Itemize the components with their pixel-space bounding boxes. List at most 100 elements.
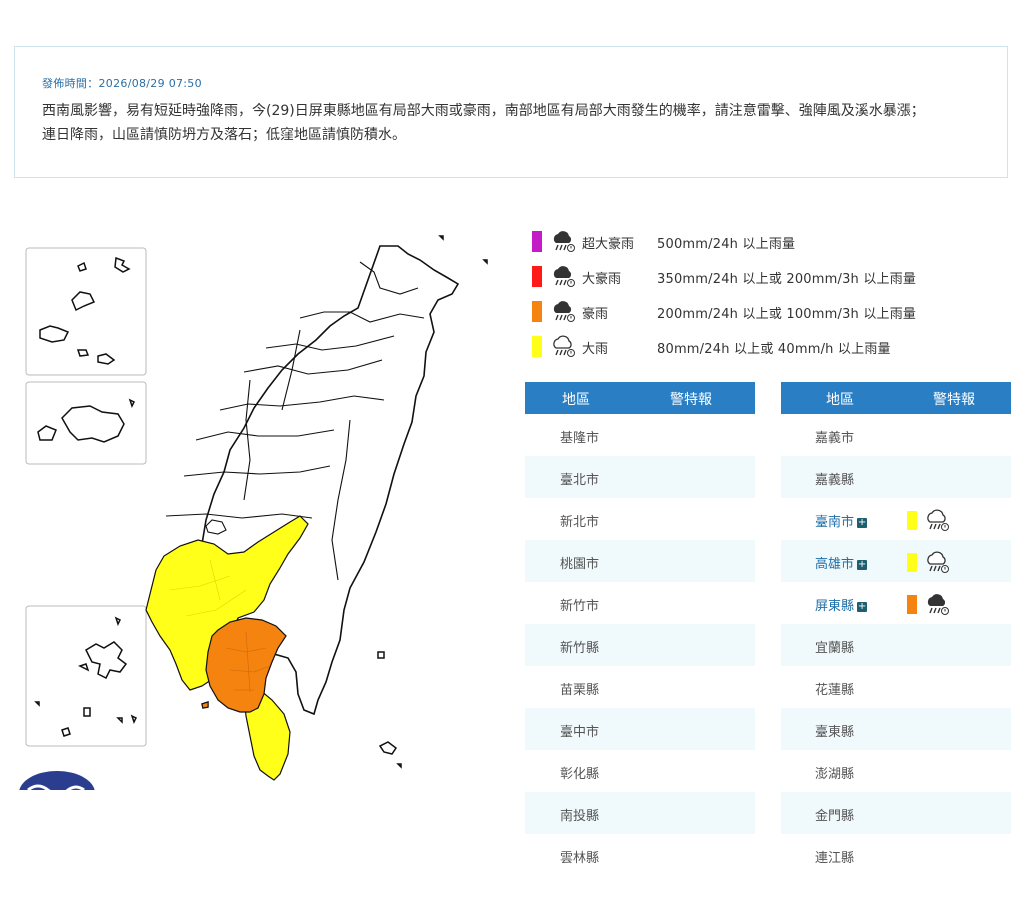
table-row: 連江縣 [781, 834, 1011, 876]
table-row: 高雄市 + [781, 540, 1011, 582]
region-name: 臺中市 [560, 721, 599, 740]
table-row: 花蓮縣 [781, 666, 1011, 708]
liuqiu-island [201, 701, 209, 709]
legend-swatch [532, 231, 542, 252]
notice-line-1: 西南風影響，易有短延時強降雨，今(29)日屏東縣地區有局部大雨或豪雨，南部地區有… [42, 103, 925, 119]
legend-name: 大雨 [582, 342, 609, 357]
table-row: 宜蘭縣 [781, 624, 1011, 666]
table-row: 新竹市 [525, 582, 755, 624]
region-name: 新竹市 [560, 595, 599, 614]
region-label: 嘉義市 [815, 431, 855, 446]
region-name: 臺東縣 [815, 721, 854, 740]
table-row: 嘉義市 [781, 414, 1011, 456]
region-name[interactable]: 高雄市 + [815, 553, 868, 572]
region-name: 新北市 [560, 511, 599, 530]
region-name: 澎湖縣 [815, 763, 854, 782]
region-name: 雲林縣 [560, 847, 599, 866]
region-name: 連江縣 [815, 847, 854, 866]
table-row: 新北市 [525, 498, 755, 540]
inset-penghu [25, 605, 147, 747]
notice-message: 西南風影響，易有短延時強降雨，今(29)日屏東縣地區有局部大雨或豪雨，南部地區有… [42, 99, 992, 147]
region-name: 苗栗縣 [560, 679, 599, 698]
legend-row-heavy: 大雨 80mm/24h 以上或 40mm/h 以上雨量 [532, 333, 1012, 368]
legend-row-torrential: 大豪雨 350mm/24h 以上或 200mm/3h 以上雨量 [532, 263, 1012, 298]
col-region: 地區 [562, 392, 590, 408]
region-label: 宜蘭縣 [815, 641, 855, 656]
region-label: 臺東縣 [815, 725, 855, 740]
storm-rain-dark-icon [927, 594, 949, 615]
col-warning: 警特報 [933, 392, 975, 408]
table-row: 南投縣 [525, 792, 755, 834]
expand-plus-icon[interactable]: + [857, 602, 868, 612]
col-warning: 警特報 [670, 392, 712, 408]
region-label: 南投縣 [560, 809, 600, 824]
region-name: 南投縣 [560, 805, 599, 824]
table-row: 屏東縣 + [781, 582, 1011, 624]
expand-plus-icon[interactable]: + [857, 518, 868, 528]
region-name: 宜蘭縣 [815, 637, 854, 656]
legend-row-heavy-torrential: 豪雨 200mm/24h 以上或 100mm/3h 以上雨量 [532, 298, 1012, 333]
region-label: 新竹縣 [560, 641, 600, 656]
legend-desc: 80mm/24h 以上或 40mm/h 以上雨量 [657, 342, 891, 357]
rain-legend: 超大豪雨 500mm/24h 以上雨量 大豪雨 350mm/24h 以上或 20… [532, 228, 1012, 368]
region-label: 金門縣 [815, 809, 855, 824]
legend-name: 豪雨 [582, 307, 609, 322]
region-label: 高雄市 [815, 557, 855, 572]
legend-desc: 350mm/24h 以上或 200mm/3h 以上雨量 [657, 272, 917, 287]
legend-row-extreme: 超大豪雨 500mm/24h 以上雨量 [532, 228, 1012, 263]
region-name: 花蓮縣 [815, 679, 854, 698]
storm-rain-dark-icon [553, 231, 575, 252]
legend-desc: 200mm/24h 以上或 100mm/3h 以上雨量 [657, 307, 917, 322]
region-name: 基隆市 [560, 427, 599, 446]
region-name[interactable]: 屏東縣 + [815, 595, 868, 614]
region-label: 彰化縣 [560, 767, 600, 782]
warning-table-right: 地區 警特報 嘉義市 嘉義縣 臺南市 + 高雄市 + 屏東縣 + 宜蘭縣 花蓮縣 臺東縣 澎湖縣 金門縣… [781, 382, 1011, 876]
region-name: 嘉義市 [815, 427, 854, 446]
region-label: 苗栗縣 [560, 683, 600, 698]
table-row: 澎湖縣 [781, 750, 1011, 792]
region-label: 雲林縣 [560, 851, 600, 866]
legend-name: 大豪雨 [582, 272, 622, 287]
legend-swatch [532, 301, 542, 322]
warning-swatch [907, 511, 917, 530]
table-row: 苗栗縣 [525, 666, 755, 708]
region-name[interactable]: 臺南市 + [815, 511, 868, 530]
region-label: 澎湖縣 [815, 767, 855, 782]
region-label: 新北市 [560, 515, 600, 530]
table-row: 嘉義縣 [781, 456, 1011, 498]
rain-outline-icon [927, 551, 949, 573]
region-label: 桃園市 [560, 557, 600, 572]
region-label: 臺北市 [560, 473, 600, 488]
notice-panel: 發佈時間：2026/08/29 07:50 西南風影響，易有短延時強降雨，今(2… [14, 46, 1008, 178]
region-name: 嘉義縣 [815, 469, 854, 488]
legend-swatch [532, 266, 542, 287]
table-row: 臺中市 [525, 708, 755, 750]
warning-table-left: 地區 警特報 基隆市臺北市新北市桃園市新竹市新竹縣苗栗縣臺中市彰化縣南投縣雲林縣 [525, 382, 755, 876]
region-name: 新竹縣 [560, 637, 599, 656]
table-row: 雲林縣 [525, 834, 755, 876]
cwa-logo [19, 771, 95, 815]
warning-swatch [907, 595, 917, 614]
region-name: 彰化縣 [560, 763, 599, 782]
region-name: 金門縣 [815, 805, 854, 824]
region-label: 連江縣 [815, 851, 855, 866]
table-row: 臺東縣 [781, 708, 1011, 750]
table-row: 金門縣 [781, 792, 1011, 834]
region-label: 基隆市 [560, 431, 600, 446]
legend-name: 超大豪雨 [582, 237, 635, 252]
table-row: 臺北市 [525, 456, 755, 498]
storm-rain-dark-icon [553, 301, 575, 322]
rain-outline-icon [927, 509, 949, 531]
table-header: 地區 警特報 [781, 382, 1011, 414]
taiwan-map [0, 190, 520, 815]
region-label: 屏東縣 [815, 599, 855, 614]
expand-plus-icon[interactable]: + [857, 560, 868, 570]
region-label: 臺中市 [560, 725, 600, 740]
region-name: 桃園市 [560, 553, 599, 572]
table-row: 桃園市 [525, 540, 755, 582]
rain-outline-icon [553, 335, 575, 357]
legend-swatch [532, 336, 542, 357]
issue-time: 發佈時間：2026/08/29 07:50 [42, 77, 202, 90]
region-label: 新竹市 [560, 599, 600, 614]
col-region: 地區 [826, 392, 854, 408]
